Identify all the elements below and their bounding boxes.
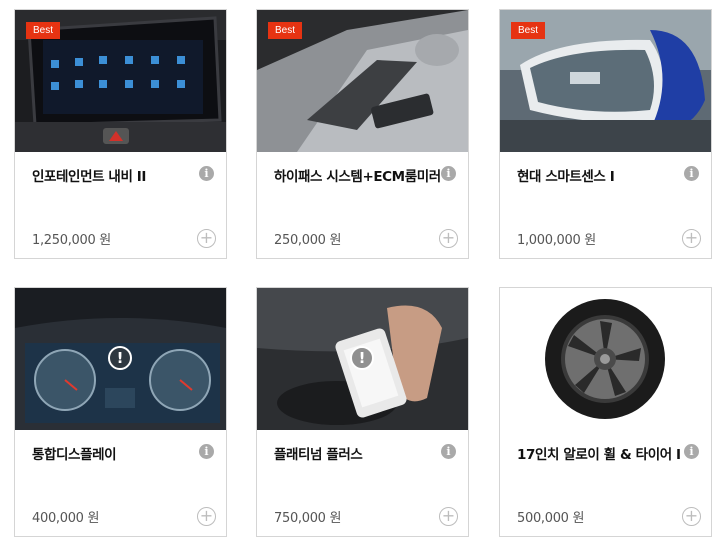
option-price: 400,000 원 (32, 511, 100, 526)
option-card-wheel[interactable]: 17인치 알로이 휠 & 타이어 I i 500,000 원 + (499, 287, 712, 537)
option-card-platinum[interactable]: ! 플래티넘 플러스 i 750,000 원 + (256, 287, 469, 537)
platinum-thumbnail: ! (257, 288, 468, 430)
info-icon[interactable]: i (199, 444, 214, 459)
plus-circle-icon[interactable]: + (197, 229, 216, 248)
option-card-navi[interactable]: Best 인포테인먼트 내비 II i 1,250,000 원 + (14, 9, 227, 259)
option-price: 1,250,000 원 (32, 233, 111, 248)
info-icon[interactable]: i (684, 444, 699, 459)
best-badge: Best (511, 22, 546, 39)
info-icon[interactable]: i (199, 166, 214, 181)
option-card-hipass[interactable]: Best 하이패스 시스템+ECM룸미러 i 250,000 원 + (256, 9, 469, 259)
option-name: 17인치 알로이 휠 & 타이어 I (517, 447, 681, 463)
option-price: 750,000 원 (274, 511, 342, 526)
option-name: 하이패스 시스템+ECM룸미러 (274, 169, 441, 185)
wheel-thumbnail (500, 288, 711, 430)
smartsense-thumbnail: Best (500, 10, 711, 152)
option-name: 현대 스마트센스 I (517, 169, 615, 185)
best-badge: Best (268, 22, 303, 39)
alloy-wheel-image (500, 288, 711, 430)
option-card-smartsense[interactable]: Best 현대 스마트센스 I i 1,000,000 원 + (499, 9, 712, 259)
info-icon[interactable]: i (441, 166, 456, 181)
option-name: 인포테인먼트 내비 II (32, 169, 147, 185)
navi-thumbnail: Best (15, 10, 226, 152)
alert-icon: ! (108, 346, 132, 370)
alert-icon: ! (350, 346, 374, 370)
option-price: 1,000,000 원 (517, 233, 596, 248)
plus-circle-icon[interactable]: + (439, 507, 458, 526)
option-price: 250,000 원 (274, 233, 342, 248)
plus-circle-icon[interactable]: + (682, 229, 701, 248)
info-icon[interactable]: i (684, 166, 699, 181)
plus-circle-icon[interactable]: + (197, 507, 216, 526)
plus-circle-icon[interactable]: + (682, 507, 701, 526)
option-name: 통합디스플레이 (32, 447, 117, 463)
info-icon[interactable]: i (441, 444, 456, 459)
option-price: 500,000 원 (517, 511, 585, 526)
best-badge: Best (26, 22, 61, 39)
option-name: 플래티넘 플러스 (274, 447, 363, 463)
hipass-thumbnail: Best (257, 10, 468, 152)
display-thumbnail: ! (15, 288, 226, 430)
option-card-display[interactable]: ! 통합디스플레이 i 400,000 원 + (14, 287, 227, 537)
plus-circle-icon[interactable]: + (439, 229, 458, 248)
